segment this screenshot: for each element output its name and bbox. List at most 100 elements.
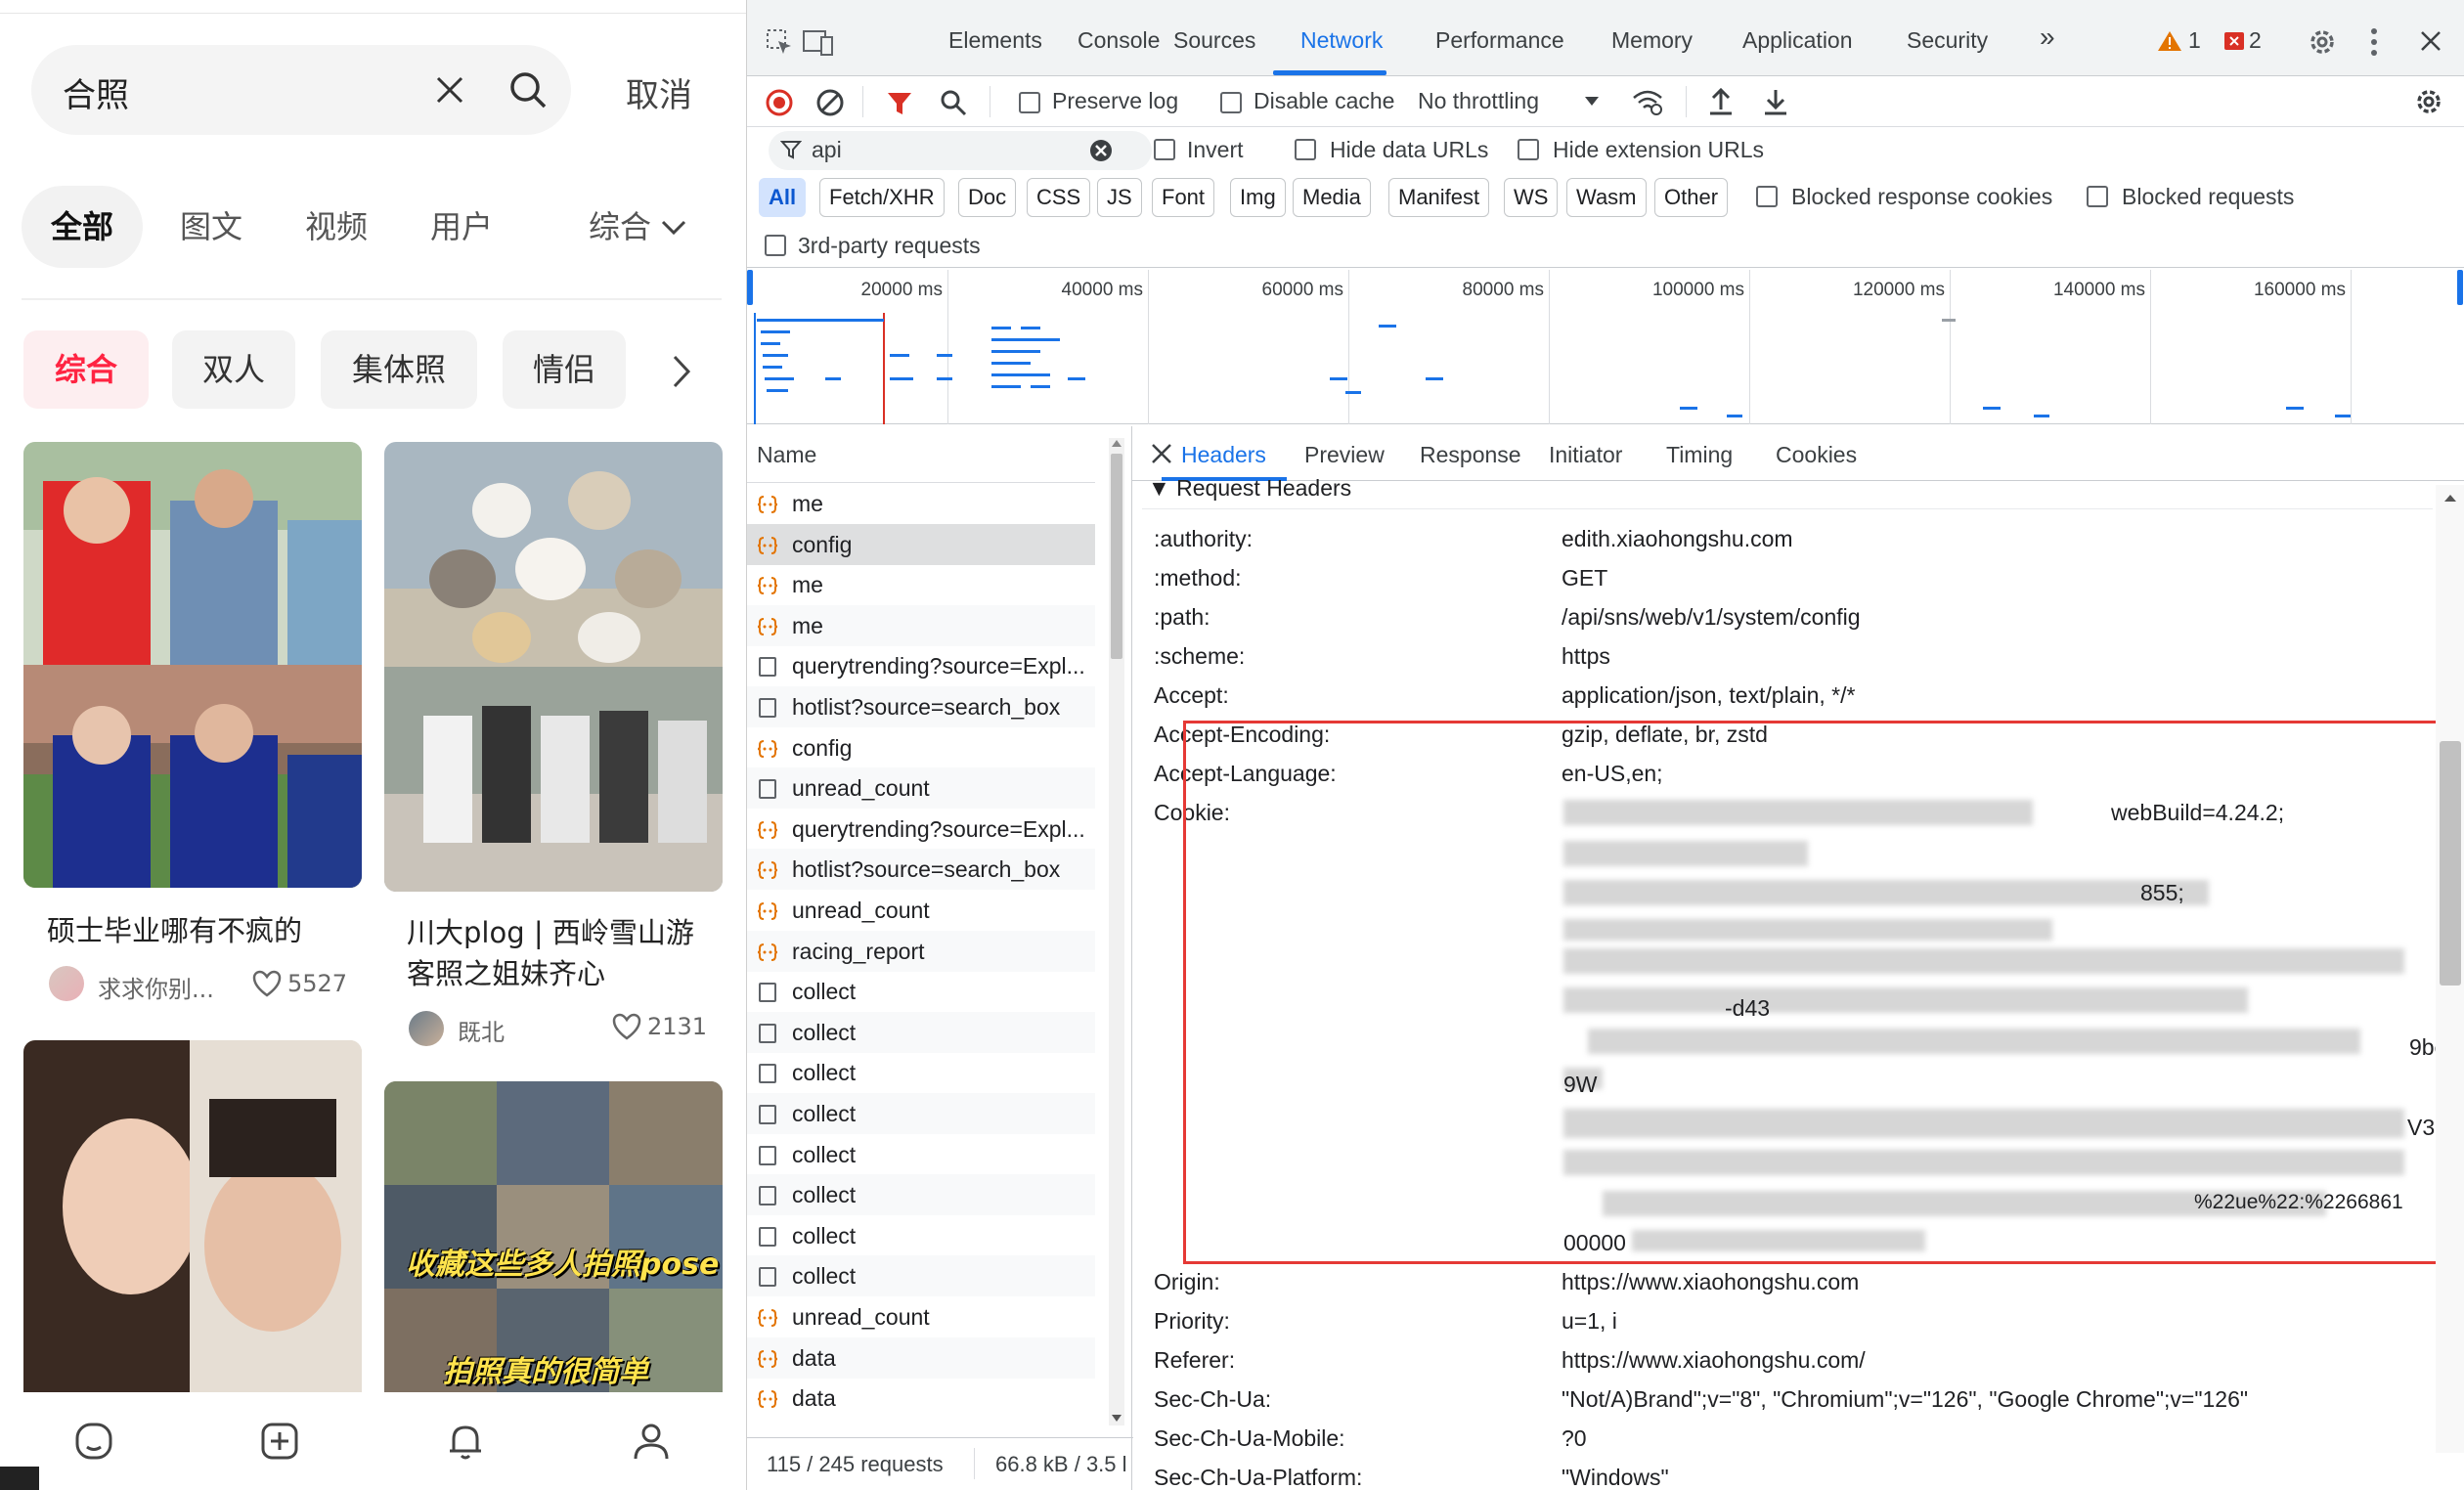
scroll-down-arrow-icon[interactable] bbox=[1111, 1414, 1122, 1424]
card-title[interactable]: 硕士毕业哪有不疯的 bbox=[47, 911, 302, 950]
avatar[interactable] bbox=[409, 1011, 444, 1046]
filter-type-media[interactable]: Media bbox=[1293, 178, 1371, 217]
card-image-graduation[interactable] bbox=[23, 442, 362, 888]
filter-type-img[interactable]: Img bbox=[1230, 178, 1286, 217]
preserve-log-label[interactable]: Preserve log bbox=[1052, 88, 1178, 114]
tab-initiator[interactable]: Initiator bbox=[1549, 442, 1622, 468]
bell-icon[interactable] bbox=[444, 1420, 487, 1463]
header-value[interactable]: edith.xiaohongshu.com bbox=[1562, 526, 1793, 552]
filter-type-font[interactable]: Font bbox=[1152, 178, 1215, 217]
search-icon[interactable] bbox=[939, 88, 968, 117]
filter-type-fetch-xhr[interactable]: Fetch/XHR bbox=[819, 178, 945, 217]
tab-sort[interactable]: 综合 bbox=[589, 186, 651, 268]
request-row[interactable]: hotlist?source=search_box bbox=[747, 849, 1095, 891]
tab-headers[interactable]: Headers bbox=[1181, 442, 1266, 468]
tab-timing[interactable]: Timing bbox=[1666, 442, 1733, 468]
card-image-couple[interactable] bbox=[23, 1040, 362, 1392]
request-row[interactable]: collect bbox=[747, 1134, 1095, 1175]
heart-icon[interactable] bbox=[612, 1013, 641, 1040]
overview-handle-left[interactable] bbox=[747, 270, 753, 305]
header-value[interactable]: https bbox=[1562, 643, 1610, 670]
warning-icon[interactable] bbox=[2157, 29, 2182, 53]
hide-data-urls-checkbox[interactable] bbox=[1295, 139, 1316, 160]
request-headers-section-toggle[interactable]: ▼ Request Headers bbox=[1148, 475, 1351, 502]
header-value[interactable]: "Windows" bbox=[1562, 1465, 1669, 1490]
header-value[interactable]: ?0 bbox=[1562, 1425, 1587, 1452]
request-row[interactable]: racing_report bbox=[747, 930, 1095, 972]
request-row[interactable]: data bbox=[747, 1337, 1095, 1379]
request-row[interactable]: collect bbox=[747, 1215, 1095, 1256]
tab-memory[interactable]: Memory bbox=[1611, 27, 1693, 54]
third-party-checkbox[interactable] bbox=[765, 235, 786, 256]
header-value[interactable]: /api/sns/web/v1/system/config bbox=[1562, 604, 1861, 631]
filter-type-doc[interactable]: Doc bbox=[958, 178, 1017, 217]
gear-icon[interactable] bbox=[2306, 25, 2339, 59]
clear-log-icon[interactable] bbox=[815, 88, 845, 117]
tab-preview[interactable]: Preview bbox=[1304, 442, 1385, 468]
more-tabs-button[interactable]: » bbox=[2040, 22, 2055, 53]
filter-type-js[interactable]: JS bbox=[1097, 178, 1142, 217]
card-image-cats[interactable] bbox=[384, 442, 723, 892]
dropdown-arrow-icon[interactable] bbox=[1584, 96, 1600, 108]
inspect-element-icon[interactable] bbox=[765, 27, 794, 57]
tab-all[interactable]: 全部 bbox=[22, 186, 144, 268]
request-row[interactable]: config bbox=[747, 523, 1095, 565]
chip-comprehensive[interactable]: 综合 bbox=[23, 330, 149, 409]
hide-extension-urls-label[interactable]: Hide extension URLs bbox=[1553, 137, 1764, 163]
tab-elements[interactable]: Elements bbox=[948, 27, 1042, 54]
request-row[interactable]: data bbox=[747, 1378, 1095, 1419]
header-value[interactable]: https://www.xiaohongshu.com/ bbox=[1562, 1347, 1866, 1374]
tab-response[interactable]: Response bbox=[1420, 442, 1521, 468]
name-column-header[interactable]: Name bbox=[757, 442, 816, 468]
request-row[interactable]: config bbox=[747, 727, 1095, 768]
request-row[interactable]: me bbox=[747, 604, 1095, 646]
chevron-right-icon[interactable] bbox=[671, 354, 692, 389]
hide-data-urls-label[interactable]: Hide data URLs bbox=[1330, 137, 1488, 163]
close-icon[interactable] bbox=[2419, 29, 2442, 53]
hide-extension-urls-checkbox[interactable] bbox=[1518, 139, 1539, 160]
request-row[interactable]: collect bbox=[747, 1093, 1095, 1134]
add-post-icon[interactable] bbox=[258, 1420, 301, 1463]
header-value[interactable]: https://www.xiaohongshu.com bbox=[1562, 1269, 1859, 1295]
scroll-up-arrow-icon[interactable] bbox=[2443, 493, 2457, 503]
kebab-menu-icon[interactable] bbox=[2368, 25, 2380, 59]
request-row[interactable]: collect bbox=[747, 971, 1095, 1012]
home-icon[interactable] bbox=[72, 1420, 115, 1463]
error-count[interactable]: 2 bbox=[2249, 27, 2262, 54]
close-icon[interactable] bbox=[1150, 442, 1173, 465]
scroll-up-arrow-icon[interactable] bbox=[1111, 438, 1122, 448]
disable-cache-label[interactable]: Disable cache bbox=[1254, 88, 1394, 114]
blocked-requests-checkbox[interactable] bbox=[2087, 186, 2108, 207]
blocked-requests-label[interactable]: Blocked requests bbox=[2122, 184, 2294, 210]
search-icon[interactable] bbox=[506, 68, 550, 111]
card-image-group-pose[interactable]: 收藏这些多人拍照pose 拍照真的很简单 bbox=[384, 1081, 723, 1392]
request-row[interactable]: collect bbox=[747, 1011, 1095, 1053]
header-value[interactable]: GET bbox=[1562, 565, 1607, 592]
network-conditions-icon[interactable] bbox=[1631, 86, 1664, 117]
tab-cookies[interactable]: Cookies bbox=[1776, 442, 1857, 468]
filter-type-wasm[interactable]: Wasm bbox=[1566, 178, 1647, 217]
request-row[interactable]: unread_count bbox=[747, 767, 1095, 810]
tab-console[interactable]: Console bbox=[1078, 27, 1160, 54]
overview-handle-right[interactable] bbox=[2457, 270, 2463, 305]
card-author[interactable]: 既北 bbox=[458, 1013, 505, 1047]
request-row[interactable]: me bbox=[747, 483, 1095, 524]
tab-users[interactable]: 用户 bbox=[430, 186, 493, 268]
tab-video[interactable]: 视频 bbox=[305, 186, 368, 268]
device-toolbar-icon[interactable] bbox=[802, 27, 835, 57]
card-title-line2[interactable]: 客照之姐妹齐心 bbox=[407, 954, 605, 993]
tab-application[interactable]: Application bbox=[1742, 27, 1853, 54]
card-author[interactable]: 求求你别... bbox=[98, 970, 214, 1004]
detail-scroll-thumb[interactable] bbox=[2440, 741, 2461, 986]
clear-filter-icon[interactable] bbox=[1089, 139, 1113, 162]
chip-group[interactable]: 集体照 bbox=[321, 330, 477, 409]
tab-network[interactable]: Network bbox=[1300, 27, 1383, 54]
chip-couple[interactable]: 情侣 bbox=[503, 330, 626, 409]
request-list-scroll-thumb[interactable] bbox=[1111, 454, 1122, 659]
pane-splitter[interactable] bbox=[1131, 426, 1132, 1490]
avatar[interactable] bbox=[49, 966, 84, 1001]
cancel-button[interactable]: 取消 bbox=[626, 68, 692, 116]
network-settings-icon[interactable] bbox=[2413, 86, 2444, 117]
error-icon[interactable] bbox=[2223, 31, 2245, 51]
request-row[interactable]: collect bbox=[747, 1052, 1095, 1093]
